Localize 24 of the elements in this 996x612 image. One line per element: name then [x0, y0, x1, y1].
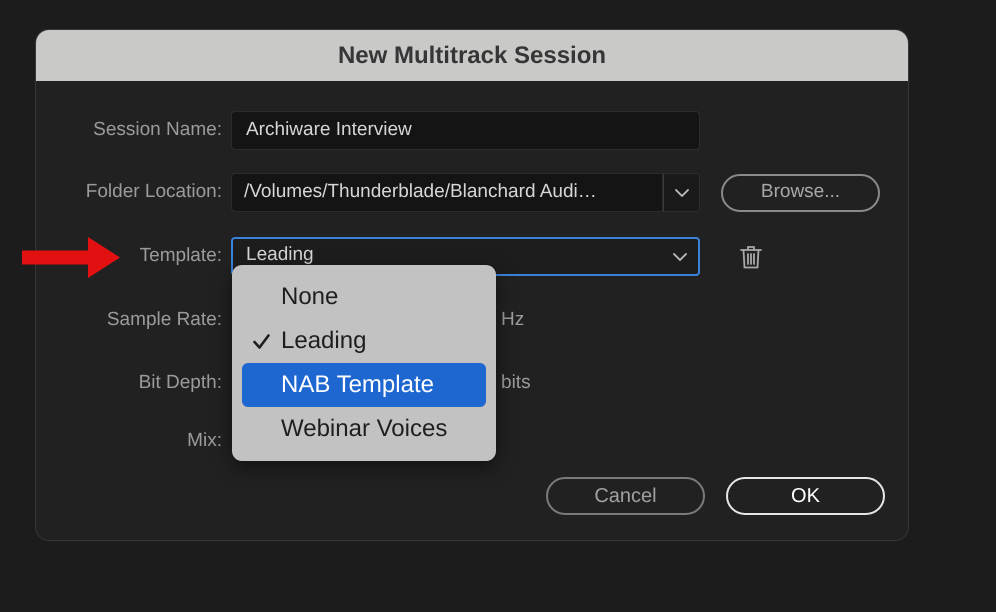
menu-item[interactable]: None	[242, 275, 486, 319]
unit-label: bits	[501, 371, 531, 396]
field-label: Template:	[140, 244, 222, 268]
dropdown-button[interactable]	[663, 173, 700, 212]
menu-item[interactable]: NAB Template	[242, 363, 486, 407]
session-name-field[interactable]: Archiware Interview	[231, 111, 700, 150]
trash-icon[interactable]	[740, 244, 762, 268]
right-arrow-icon	[22, 237, 120, 278]
dialog-title: New Multitrack Session	[338, 40, 606, 70]
browse-button[interactable]: Browse...	[721, 174, 880, 212]
folder-location-field[interactable]: /Volumes/Thunderblade/Blanchard Audi…	[231, 173, 663, 212]
menu-item[interactable]: Webinar Voices	[242, 407, 486, 451]
chevron-down-icon	[674, 188, 688, 196]
ok-button[interactable]: OK	[726, 477, 885, 515]
check-icon	[253, 334, 270, 348]
cancel-button[interactable]: Cancel	[546, 477, 705, 515]
unit-label: Hz	[501, 308, 524, 332]
field-label: Sample Rate:	[106, 308, 222, 332]
field-label: Mix:	[187, 429, 222, 454]
chevron-down-icon	[673, 252, 687, 260]
field-label: Folder Location:	[86, 180, 222, 204]
field-label: Bit Depth:	[138, 371, 222, 396]
field-label: Session Name:	[93, 118, 222, 142]
menu-item[interactable]: Leading	[242, 319, 486, 363]
